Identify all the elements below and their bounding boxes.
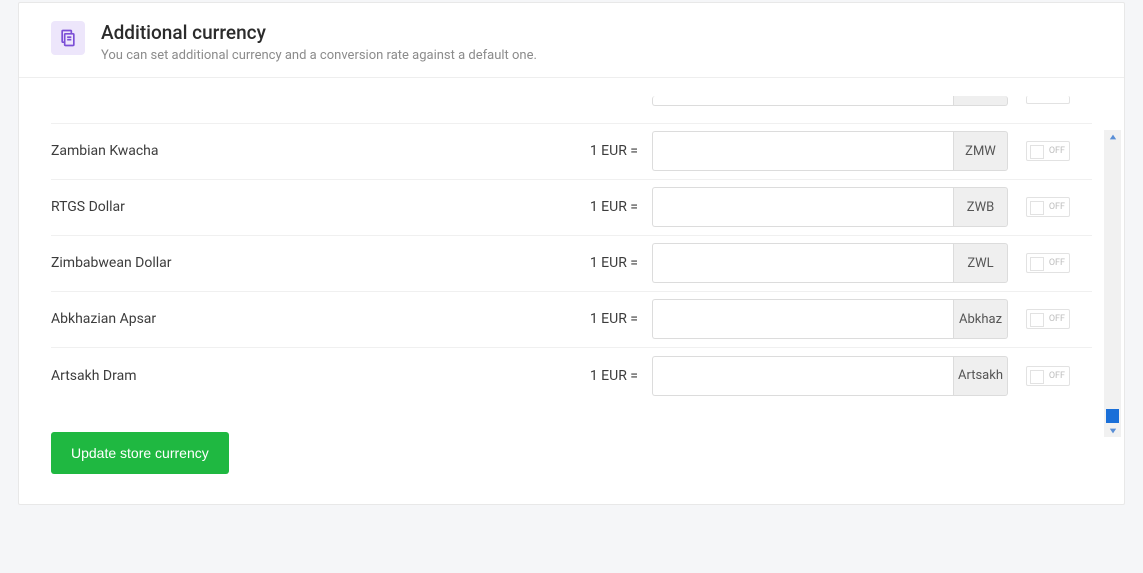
conversion-rate-input[interactable] (652, 356, 953, 396)
base-rate-label: 1 EUR = (568, 368, 638, 384)
rate-input-group: Artsakh (652, 356, 1008, 396)
rate-input-group: Abkhaz (652, 299, 1008, 339)
currency-code-addon (953, 96, 1008, 106)
currency-code-addon: ZMW (953, 131, 1008, 171)
currency-row (51, 102, 1092, 124)
rate-input-group (652, 96, 1008, 106)
update-store-currency-button[interactable]: Update store currency (51, 432, 229, 474)
header-divider (19, 77, 1124, 78)
base-rate-label: 1 EUR = (568, 199, 638, 215)
rate-input-group: ZWB (652, 187, 1008, 227)
base-rate-label: 1 EUR = (568, 311, 638, 327)
currency-toggle[interactable]: OFF (1026, 141, 1070, 161)
currency-toggle[interactable]: OFF (1026, 253, 1070, 273)
currency-toggle[interactable] (1026, 96, 1070, 104)
currency-rows: Zambian Kwacha1 EUR =ZMWOFFRTGS Dollar1 … (19, 102, 1124, 404)
currency-icon (51, 21, 85, 55)
conversion-rate-input[interactable] (652, 96, 953, 106)
scroll-thumb[interactable] (1106, 409, 1119, 423)
scroll-up-arrow-icon[interactable] (1104, 130, 1121, 143)
currency-row: Zimbabwean Dollar1 EUR = ZWL OFF (51, 236, 1092, 292)
currency-toggle[interactable]: OFF (1026, 366, 1070, 386)
currency-code-addon: ZWB (953, 187, 1008, 227)
card-header: Additional currency You can set addition… (19, 3, 1124, 77)
currency-name: Zimbabwean Dollar (51, 255, 568, 271)
currency-name: RTGS Dollar (51, 199, 568, 215)
currency-code-addon: Artsakh (953, 356, 1008, 396)
card-title: Additional currency (101, 21, 537, 46)
currency-row: Abkhazian Apsar1 EUR = Abkhaz OFF (51, 292, 1092, 348)
currency-row: Zambian Kwacha1 EUR = ZMW OFF (51, 124, 1092, 180)
conversion-rate-input[interactable] (652, 187, 953, 227)
currency-row: Artsakh Dram1 EUR = Artsakh OFF (51, 348, 1092, 404)
rate-input-group: ZWL (652, 243, 1008, 283)
card-subtitle: You can set additional currency and a co… (101, 48, 537, 63)
currency-toggle[interactable]: OFF (1026, 197, 1070, 217)
currency-name: Zambian Kwacha (51, 143, 568, 159)
conversion-rate-input[interactable] (652, 299, 953, 339)
currency-code-addon: Abkhaz (953, 299, 1008, 339)
currency-toggle[interactable]: OFF (1026, 309, 1070, 329)
currency-name: Artsakh Dram (51, 368, 568, 384)
currency-code-addon: ZWL (953, 243, 1008, 283)
conversion-rate-input[interactable] (652, 131, 953, 171)
base-rate-label: 1 EUR = (568, 143, 638, 159)
conversion-rate-input[interactable] (652, 243, 953, 283)
currency-row: RTGS Dollar1 EUR = ZWB OFF (51, 180, 1092, 236)
scroll-down-arrow-icon[interactable] (1104, 424, 1121, 437)
scrollbar[interactable] (1104, 130, 1121, 437)
currency-name: Abkhazian Apsar (51, 311, 568, 327)
currency-card: Additional currency You can set addition… (18, 2, 1125, 505)
base-rate-label: 1 EUR = (568, 255, 638, 271)
rate-input-group: ZMW (652, 131, 1008, 171)
